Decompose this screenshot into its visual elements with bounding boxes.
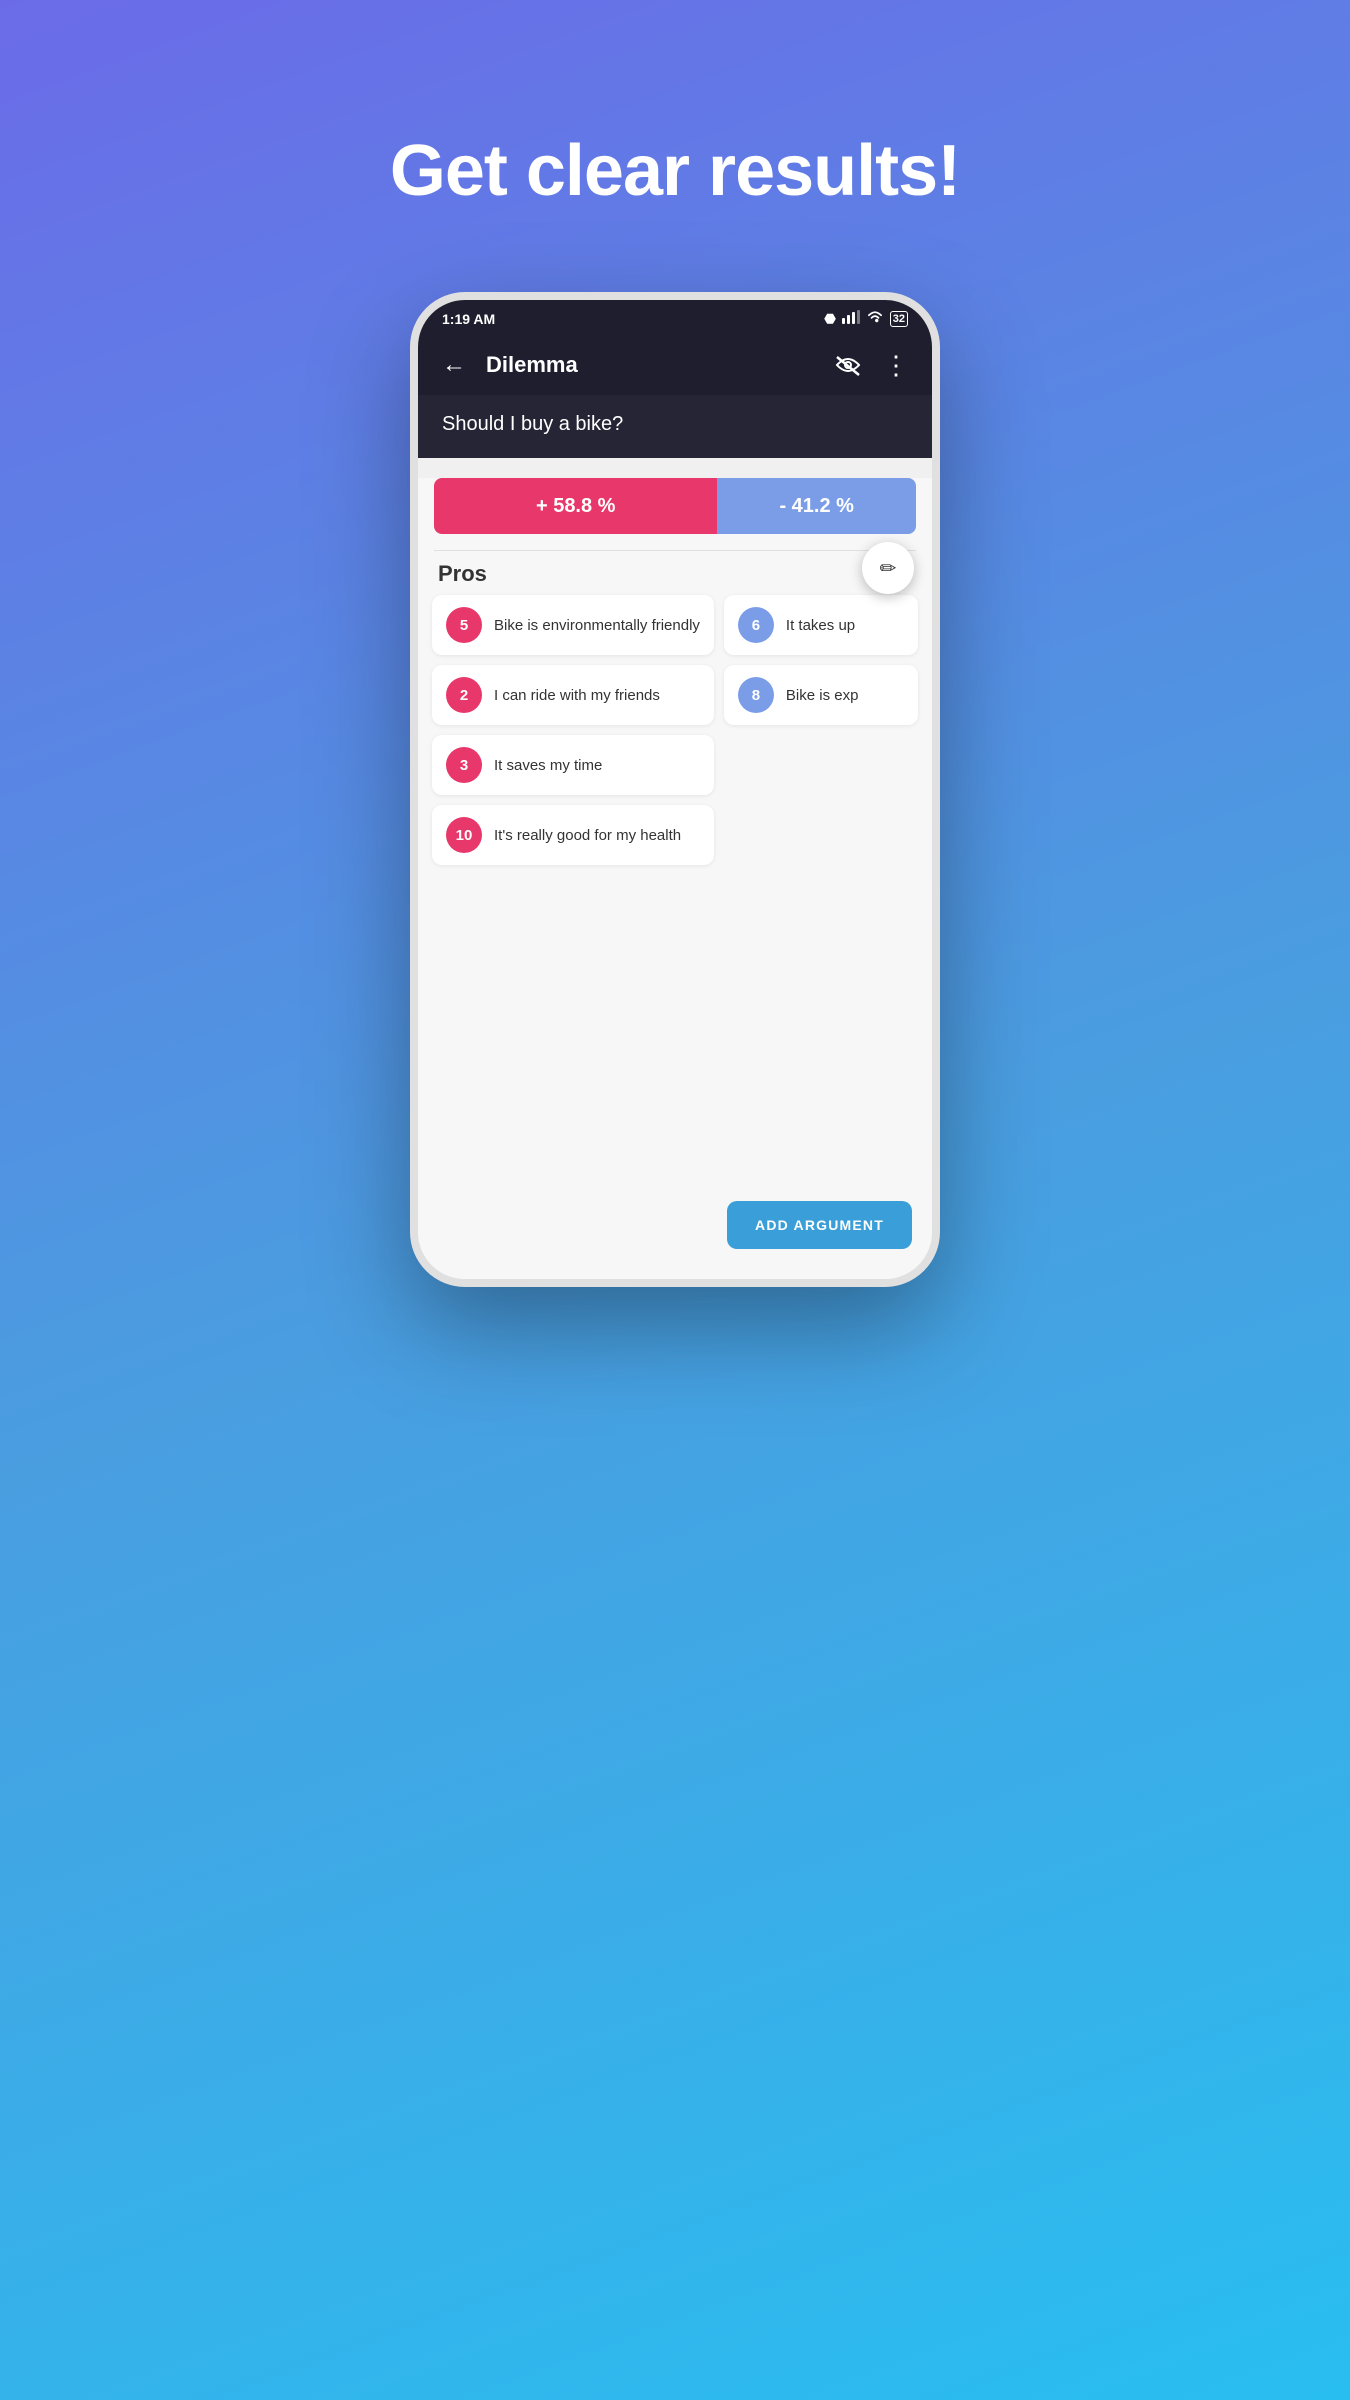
status-icons: ⬣ 32 (824, 310, 908, 327)
arg-text-8: Bike is exp (786, 687, 904, 704)
list-item[interactable]: 8 Bike is exp (724, 665, 918, 725)
arg-badge-3: 3 (446, 747, 482, 783)
more-options-icon[interactable]: ⋮ (880, 349, 912, 381)
arg-text-2: I can ride with my friends (494, 687, 700, 704)
arg-badge-2: 2 (446, 677, 482, 713)
hide-icon[interactable] (832, 349, 864, 381)
app-bar-title: Dilemma (486, 352, 816, 378)
list-item[interactable]: 5 Bike is environmentally friendly (432, 595, 714, 655)
score-bar: + 58.8 % - 41.2 % (434, 478, 916, 534)
edit-icon: ✏ (880, 556, 897, 581)
content-area: + 58.8 % - 41.2 % Pros 5 Bike is environ… (418, 478, 932, 879)
args-grid: 5 Bike is environmentally friendly 6 It … (418, 595, 932, 879)
status-bar: 1:19 AM ⬣ 32 (418, 300, 932, 335)
bluetooth-icon: ⬣ (824, 311, 835, 327)
arg-text-3: It saves my time (494, 757, 700, 774)
list-item[interactable]: 2 I can ride with my friends (432, 665, 714, 725)
back-button[interactable]: ← (438, 349, 470, 381)
arg-badge-10: 10 (446, 817, 482, 853)
arg-text-6: It takes up (786, 617, 904, 634)
arg-badge-5: 5 (446, 607, 482, 643)
question-bar: Should I buy a bike? (418, 395, 932, 458)
battery-icon: 32 (890, 311, 908, 327)
cons-score: - 41.2 % (717, 478, 916, 534)
arg-badge-8: 8 (738, 677, 774, 713)
pros-section-header: Pros (418, 551, 932, 595)
arg-text-10: It's really good for my health (494, 827, 700, 844)
bottom-area: ADD ARGUMENT (418, 879, 932, 1279)
app-bar: ← Dilemma ⋮ (418, 335, 932, 395)
edit-fab-button[interactable]: ✏ (862, 542, 914, 594)
wifi-icon (866, 310, 884, 327)
list-item[interactable]: 6 It takes up (724, 595, 918, 655)
list-item[interactable]: 3 It saves my time (432, 735, 714, 795)
list-item[interactable]: 10 It's really good for my health (432, 805, 714, 865)
pros-score: + 58.8 % (434, 478, 717, 534)
arg-text-5: Bike is environmentally friendly (494, 617, 700, 634)
add-argument-button[interactable]: ADD ARGUMENT (727, 1201, 912, 1249)
question-text: Should I buy a bike? (442, 413, 623, 435)
signal-icon (842, 310, 860, 327)
arg-badge-6: 6 (738, 607, 774, 643)
status-time: 1:19 AM (442, 311, 495, 327)
page-title: Get clear results! (390, 130, 960, 212)
phone-frame: 1:19 AM ⬣ 32 (410, 292, 940, 1287)
